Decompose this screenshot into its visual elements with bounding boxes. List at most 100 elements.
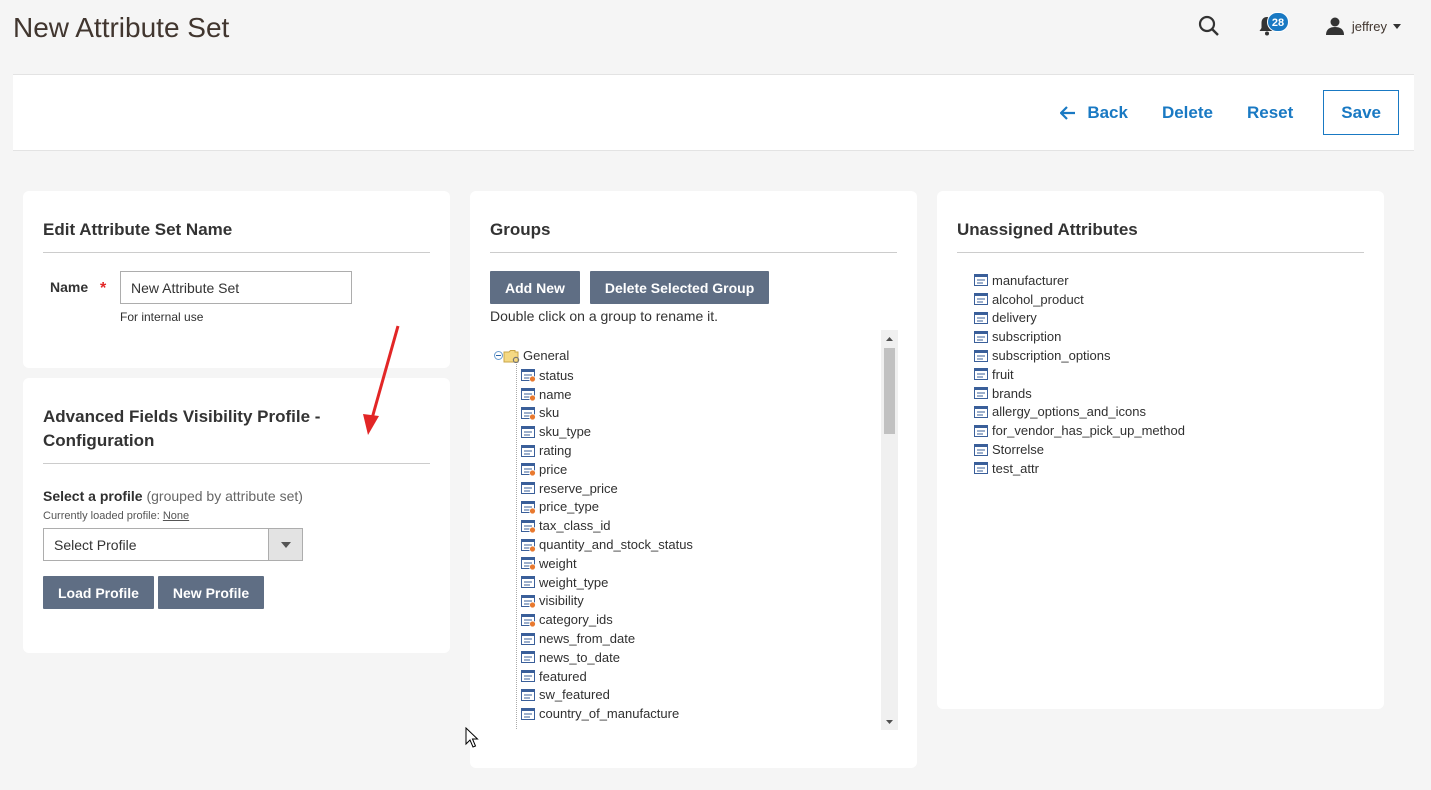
new-profile-button[interactable]: New Profile <box>157 576 265 609</box>
system-attribute-icon <box>521 594 536 608</box>
attribute-icon <box>974 330 988 343</box>
scroll-down-arrow-icon[interactable] <box>881 713 898 730</box>
tree-attribute-item[interactable]: tax_class_id <box>521 516 693 535</box>
scroll-thumb[interactable] <box>884 348 895 434</box>
header-actions: 28 jeffrey <box>1197 12 1401 40</box>
delete-button[interactable]: Delete <box>1149 93 1226 133</box>
group-attribute-list: status name sku sku_type rating price reserve_… <box>521 366 693 723</box>
attribute-icon <box>521 576 535 589</box>
system-attribute-icon <box>521 406 536 420</box>
attribute-icon <box>521 444 535 457</box>
save-button[interactable]: Save <box>1323 90 1399 135</box>
system-attribute-icon <box>521 613 536 627</box>
loaded-profile-line: Currently loaded profile: None <box>43 510 190 522</box>
rename-hint: Double click on a group to rename it. <box>490 308 719 324</box>
unassigned-attribute-item[interactable]: fruit <box>974 365 1364 384</box>
system-attribute-icon <box>521 500 536 514</box>
unassigned-attributes-card: Unassigned Attributes manufacturer alcoho… <box>937 191 1384 709</box>
attribute-icon <box>521 688 535 701</box>
loaded-profile-link[interactable]: None <box>163 510 189 522</box>
name-input[interactable] <box>120 271 352 304</box>
back-button[interactable]: Back <box>1047 93 1141 133</box>
tree-attribute-item[interactable]: category_ids <box>521 610 693 629</box>
unassigned-attribute-item[interactable]: brands <box>974 384 1364 403</box>
arrow-left-icon <box>1060 105 1076 120</box>
tree-scrollbar[interactable] <box>881 330 898 730</box>
attribute-icon <box>974 368 988 381</box>
tree-attribute-item[interactable]: name <box>521 385 693 404</box>
name-field-row: Name * For internal use <box>50 271 430 324</box>
unassigned-attribute-item[interactable]: manufacturer <box>974 271 1364 290</box>
delete-selected-group-button[interactable]: Delete Selected Group <box>589 271 770 304</box>
notifications-bell[interactable]: 28 <box>1255 12 1290 38</box>
user-icon <box>1325 17 1344 35</box>
unassigned-attribute-item[interactable]: delivery <box>974 309 1364 328</box>
tree-attribute-item[interactable]: featured <box>521 667 693 686</box>
username: jeffrey <box>1351 18 1387 34</box>
attribute-icon <box>521 482 535 495</box>
annotation-arrow-icon <box>363 325 400 435</box>
attribute-icon <box>974 462 988 475</box>
system-attribute-icon <box>521 538 536 552</box>
attribute-icon <box>974 349 988 362</box>
attribute-icon <box>974 443 988 456</box>
tree-attribute-item[interactable]: rating <box>521 441 693 460</box>
search-icon[interactable] <box>1197 14 1221 38</box>
collapse-icon[interactable] <box>494 351 503 360</box>
tree-attribute-item[interactable]: weight <box>521 554 693 573</box>
unassigned-attribute-item[interactable]: allergy_options_and_icons <box>974 403 1364 422</box>
attribute-icon <box>974 274 988 287</box>
load-profile-button[interactable]: Load Profile <box>43 576 154 609</box>
attribute-icon <box>521 670 535 683</box>
unassigned-attribute-list: manufacturer alcohol_product delivery subsc… <box>974 271 1364 478</box>
tree-attribute-item[interactable]: sku <box>521 404 693 423</box>
attribute-icon <box>974 293 988 306</box>
section-title: Unassigned Attributes <box>957 218 1364 253</box>
page-actions-bar: Back Delete Reset Save <box>13 74 1414 151</box>
system-attribute-icon <box>521 557 536 571</box>
tree-attribute-item[interactable]: sw_featured <box>521 686 693 705</box>
profile-select[interactable]: Select Profile <box>43 528 303 561</box>
select-profile-label: Select a profile (grouped by attribute s… <box>43 488 303 504</box>
caret-down-icon <box>1393 23 1401 29</box>
section-title: Edit Attribute Set Name <box>43 218 430 253</box>
folder-icon <box>503 349 520 363</box>
attribute-icon <box>974 405 988 418</box>
tree-attribute-item[interactable]: news_from_date <box>521 629 693 648</box>
reset-button[interactable]: Reset <box>1234 93 1306 133</box>
tree-attribute-item[interactable]: news_to_date <box>521 648 693 667</box>
notification-badge: 28 <box>1266 12 1290 32</box>
tree-guide-line <box>516 357 517 730</box>
tree-attribute-item[interactable]: quantity_and_stock_status <box>521 535 693 554</box>
attribute-icon <box>974 424 988 437</box>
unassigned-attribute-item[interactable]: subscription_options <box>974 346 1364 365</box>
unassigned-attribute-item[interactable]: test_attr <box>974 459 1364 478</box>
unassigned-attribute-item[interactable]: Storrelse <box>974 440 1364 459</box>
tree-attribute-item[interactable]: status <box>521 366 693 385</box>
tree-attribute-item[interactable]: country_of_manufacture <box>521 704 693 723</box>
attribute-icon <box>521 632 535 645</box>
unassigned-attribute-item[interactable]: subscription <box>974 327 1364 346</box>
section-title: Groups <box>490 218 897 253</box>
tree-attribute-item[interactable]: reserve_price <box>521 479 693 498</box>
groups-tree[interactable]: General status name sku sku_type rating price… <box>494 330 898 730</box>
tree-attribute-item[interactable]: visibility <box>521 592 693 611</box>
attribute-icon <box>521 707 535 720</box>
tree-attribute-item[interactable]: weight_type <box>521 573 693 592</box>
add-new-group-button[interactable]: Add New <box>490 271 580 304</box>
required-mark: * <box>100 280 107 297</box>
system-attribute-icon <box>521 388 536 402</box>
scroll-up-arrow-icon[interactable] <box>881 330 898 347</box>
tree-attribute-item[interactable]: sku_type <box>521 422 693 441</box>
user-menu[interactable]: jeffrey <box>1325 16 1401 36</box>
mouse-cursor-icon <box>465 727 479 748</box>
name-label: Name * <box>50 279 107 297</box>
system-attribute-icon <box>521 369 536 383</box>
attribute-icon <box>974 311 988 324</box>
attribute-icon <box>521 425 535 438</box>
tree-group-general[interactable]: General <box>494 348 569 363</box>
tree-attribute-item[interactable]: price_type <box>521 498 693 517</box>
tree-attribute-item[interactable]: price <box>521 460 693 479</box>
unassigned-attribute-item[interactable]: alcohol_product <box>974 290 1364 309</box>
unassigned-attribute-item[interactable]: for_vendor_has_pick_up_method <box>974 421 1364 440</box>
